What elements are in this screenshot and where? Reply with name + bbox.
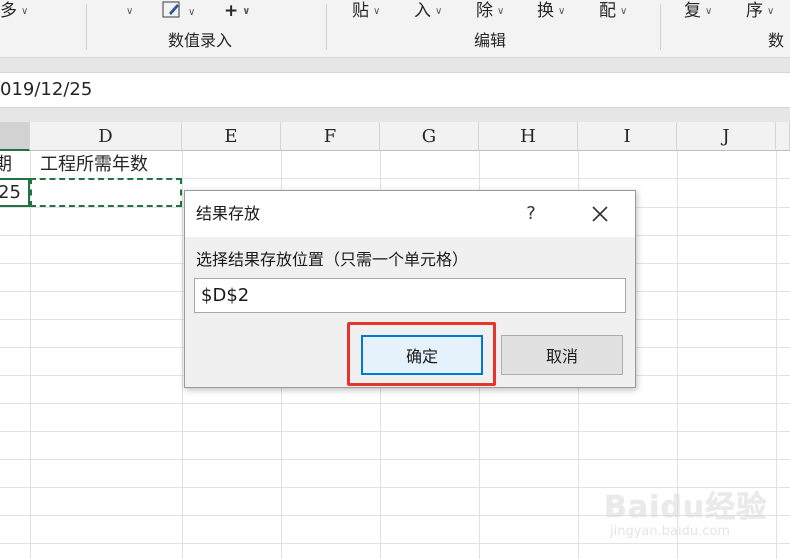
chevron-down-icon: ∨ (188, 7, 196, 18)
watermark-url: jingyan.baidu.com (610, 524, 730, 539)
grid-line (0, 431, 790, 432)
chevron-down-icon: ∨ (620, 6, 628, 17)
close-icon (592, 206, 608, 222)
column-header-h[interactable]: H (479, 122, 578, 151)
column-header-k[interactable] (776, 122, 790, 151)
column-header-i[interactable]: I (578, 122, 677, 151)
chevron-down-icon: ∨ (435, 6, 443, 17)
ribbon-sort-button[interactable]: 序 ∨ (746, 0, 774, 22)
toolbar-gap (0, 58, 790, 72)
ribbon-separator (86, 4, 87, 50)
baidu-watermark: Baidu经验 jingyan.baidu.com (604, 482, 774, 552)
header-gap (0, 108, 790, 122)
chevron-down-icon: ∨ (21, 6, 29, 17)
dialog-title: 结果存放 (196, 204, 261, 223)
ribbon-group-label: 数 (768, 31, 785, 50)
ribbon-paste-button[interactable]: 贴 ∨ (352, 0, 380, 22)
ribbon-item-label: 除 (476, 1, 493, 21)
watermark-brand: Baidu经验 (604, 490, 768, 525)
ribbon-delete-button[interactable]: 除 ∨ (476, 0, 504, 22)
cell-c1[interactable]: 期 (0, 153, 12, 177)
column-header-j[interactable]: J (677, 122, 776, 151)
column-header-d[interactable]: D (30, 122, 182, 151)
formula-bar[interactable]: 019/12/25 (0, 72, 790, 108)
active-cell-c2[interactable]: 25 (0, 178, 30, 207)
ribbon-item-label: 多 (0, 1, 17, 21)
cancel-button[interactable]: 取消 (501, 335, 623, 375)
ribbon-group-label: 编辑 (474, 31, 507, 50)
ribbon-item-label: 复 (684, 1, 701, 21)
ribbon-item-label: 贴 (352, 1, 369, 21)
copy-marquee-d2 (30, 178, 182, 207)
column-header-e[interactable]: E (182, 122, 281, 151)
formula-value: 019/12/25 (0, 79, 93, 100)
dialog-prompt: 选择结果存放位置（只需一个单元格） (196, 250, 469, 269)
edit-icon (162, 1, 180, 18)
close-button[interactable] (583, 200, 617, 228)
grid-line (0, 403, 790, 404)
grid-line (776, 151, 777, 559)
chevron-down-icon: ∨ (767, 6, 775, 17)
cell-d1[interactable]: 工程所需年数 (40, 153, 148, 177)
column-header-c[interactable] (0, 122, 30, 151)
ribbon-item-label: 序 (746, 1, 763, 21)
grid-line (0, 459, 790, 460)
ribbon-item-label: 换 (537, 1, 554, 21)
chevron-down-icon: ∨ (497, 6, 505, 17)
chevron-down-icon: ∨ (242, 6, 251, 17)
result-location-dialog: 结果存放 ? 选择结果存放位置（只需一个单元格） 确定 取消 (184, 190, 636, 388)
result-location-input[interactable] (194, 278, 626, 313)
ribbon-item-partial[interactable]: 多 ∨ (0, 0, 28, 22)
ribbon-add-button[interactable]: + ∨ (224, 0, 250, 22)
ribbon-group-label: 数值录入 (168, 31, 233, 50)
column-header-f[interactable]: F (281, 122, 380, 151)
chevron-down-icon: ∨ (558, 6, 566, 17)
ribbon-replace-button[interactable]: 换 ∨ (537, 0, 565, 22)
ribbon-match-button[interactable]: 配 ∨ (599, 0, 627, 22)
ribbon: 多 ∨ ∨ ∨ + ∨ 贴 ∨ 入 ∨ 除 ∨ 换 ∨ 配 ∨ 复 ∨ 序 ∨ 数值录入 编辑 数 (0, 0, 790, 58)
column-header-g[interactable]: G (380, 122, 479, 151)
ribbon-dropdown-button[interactable]: ∨ (122, 0, 133, 22)
ribbon-item-label: 配 (599, 1, 616, 21)
grid-line (30, 151, 31, 559)
grid-line (182, 151, 183, 559)
chevron-down-icon: ∨ (126, 6, 134, 17)
dialog-titlebar[interactable]: 结果存放 ? (185, 191, 635, 237)
ribbon-separator (660, 4, 661, 50)
ribbon-fill-button[interactable]: ∨ (162, 0, 195, 22)
chevron-down-icon: ∨ (373, 6, 381, 17)
ok-button[interactable]: 确定 (361, 335, 483, 375)
ribbon-separator (326, 4, 327, 50)
plus-icon: + (224, 1, 239, 21)
help-button[interactable]: ? (517, 201, 545, 227)
ribbon-copy-button[interactable]: 复 ∨ (684, 0, 712, 22)
cell-c2-value: 25 (0, 182, 21, 203)
ribbon-item-label: 入 (414, 1, 431, 21)
chevron-down-icon: ∨ (705, 6, 713, 17)
ribbon-insert-button[interactable]: 入 ∨ (414, 0, 442, 22)
